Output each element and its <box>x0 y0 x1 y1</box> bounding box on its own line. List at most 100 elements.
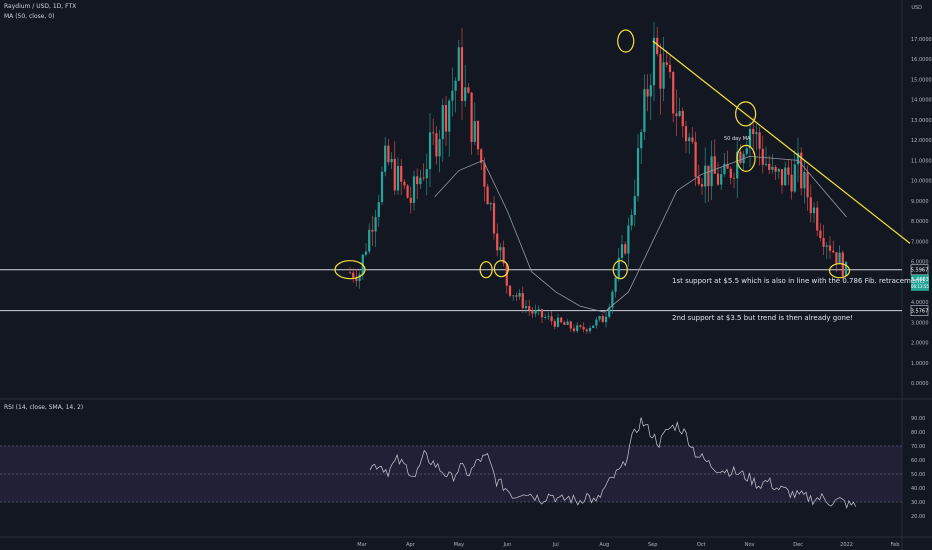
candle-body <box>470 92 473 142</box>
candle-body <box>448 100 451 132</box>
candle <box>492 196 496 240</box>
candle-body <box>492 203 496 234</box>
candle-body <box>809 197 812 214</box>
candle <box>656 26 659 57</box>
candle <box>515 292 518 301</box>
y-tick-label: 7.0000 <box>911 239 929 245</box>
candle-body <box>681 110 684 127</box>
candle-body <box>700 184 704 187</box>
candle-body <box>368 229 371 252</box>
candle <box>838 245 841 264</box>
candle <box>748 121 752 168</box>
candle-body <box>803 171 806 189</box>
candle-body <box>403 181 406 186</box>
candle <box>387 139 390 166</box>
candle-body <box>752 128 755 135</box>
y-tick-label: 1.0000 <box>911 361 929 367</box>
candle <box>662 36 665 102</box>
candle-body <box>713 156 716 174</box>
candle <box>844 261 848 277</box>
candle-body <box>636 148 640 197</box>
candle-body <box>528 306 531 311</box>
candle <box>384 136 387 177</box>
candle <box>377 194 380 227</box>
candle <box>761 136 764 174</box>
candle <box>636 133 640 202</box>
candle <box>572 324 576 333</box>
candle-body <box>348 272 352 274</box>
y-tick-label: 0.0000 <box>911 381 929 387</box>
candle <box>547 311 550 321</box>
candle-body <box>556 317 560 327</box>
candle-body <box>675 113 678 117</box>
candle <box>684 120 688 153</box>
x-tick-label: 2022 <box>840 542 853 548</box>
y-tick-label: 3.0000 <box>911 320 929 326</box>
rsi-legend[interactable]: RSI (14, close, SMA, 14, 2) <box>4 404 83 411</box>
rsi-tick-label: 40.00 <box>911 486 925 492</box>
candle <box>774 164 777 180</box>
candle <box>412 170 416 211</box>
candle <box>777 167 780 179</box>
x-tick-label: Jul <box>552 542 559 548</box>
currency-label: USD <box>911 5 922 11</box>
candle-body <box>364 251 368 255</box>
candle-body <box>745 148 748 154</box>
candle-body <box>384 145 387 172</box>
candle-body <box>419 177 422 185</box>
candle-body <box>451 90 454 101</box>
x-tick-label: Mar <box>357 542 367 548</box>
candle-body <box>377 202 380 217</box>
x-tick-label: Sep <box>648 542 657 548</box>
candle <box>496 223 499 257</box>
candle <box>512 295 515 301</box>
candle <box>460 28 464 120</box>
candle-body <box>576 325 579 332</box>
trendline <box>652 40 911 244</box>
rsi-tick-label: 90.00 <box>911 416 925 422</box>
candle-body <box>531 310 534 314</box>
candle-body <box>572 328 576 332</box>
y-tick-label: 16.0000 <box>911 57 932 63</box>
candle-body <box>755 132 758 135</box>
candle-body <box>620 244 624 258</box>
candle-body <box>460 47 464 101</box>
candle <box>416 168 419 200</box>
candle <box>835 252 838 273</box>
y-tick-label: 13.0000 <box>911 118 932 124</box>
candle <box>444 96 448 147</box>
candle <box>393 141 396 195</box>
candle-body <box>732 177 736 179</box>
candle <box>371 215 374 246</box>
candle-body <box>496 233 499 251</box>
chart-area[interactable]: 17.0000 16.0000 15.0000 14.0000 13.0000 12.00… <box>0 0 932 550</box>
candle-body <box>790 174 793 192</box>
candle-body <box>425 169 428 179</box>
candle <box>640 129 643 164</box>
indicator-legend[interactable]: MA (50, close, 0) <box>4 13 54 20</box>
candle <box>403 179 406 190</box>
rsi-tick-label: 60.00 <box>911 458 925 464</box>
candle-body <box>630 214 633 226</box>
candle <box>518 289 521 300</box>
candle-body <box>582 326 585 330</box>
candle <box>553 319 556 330</box>
candle <box>505 262 508 294</box>
y-tick-label: 8.0000 <box>911 219 929 225</box>
candle <box>588 325 592 334</box>
ma-annotation: 50 day MA <box>724 136 751 142</box>
candle <box>358 271 361 289</box>
candle <box>368 223 371 254</box>
candle-body <box>489 203 492 205</box>
candle-body <box>793 164 796 192</box>
candle <box>825 242 828 260</box>
x-tick-label: Dec <box>793 542 803 548</box>
rsi-tick-label: 20.00 <box>911 514 925 520</box>
y-tick-label: 15.0000 <box>911 77 932 83</box>
candle <box>598 315 601 322</box>
candle <box>521 286 524 313</box>
candle <box>556 314 560 328</box>
price-chart[interactable]: 17.0000 16.0000 15.0000 14.0000 13.0000 12.00… <box>0 0 932 550</box>
candle <box>672 70 675 123</box>
candle <box>457 39 460 82</box>
